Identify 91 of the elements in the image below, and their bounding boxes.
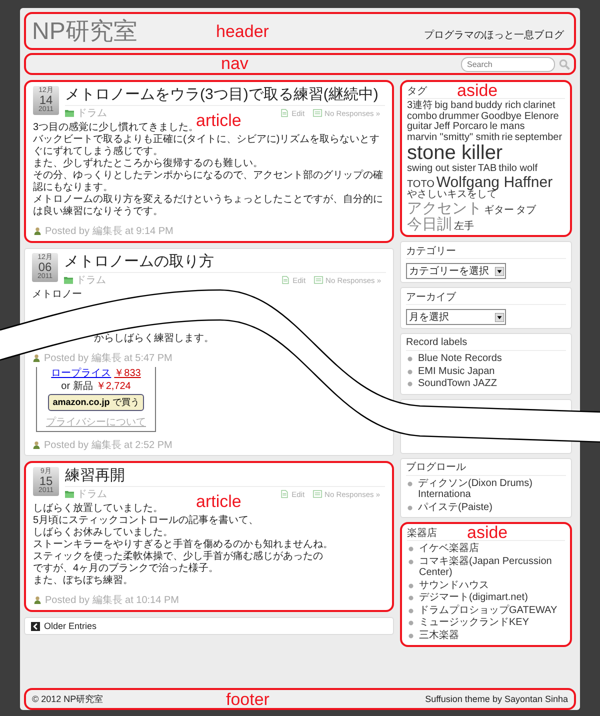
region-label: aside [457,82,498,99]
tag-link[interactable]: タブ [516,206,536,216]
region-label: header [216,23,269,40]
document-icon [280,109,289,117]
region-label: article [196,112,242,129]
body-text: メトロノー [32,289,83,301]
tag-link[interactable]: 今日訓 [407,216,452,232]
price-text: ￥2,724 [96,381,131,393]
avatar-icon [33,596,42,604]
widget-title: タグ [407,84,427,98]
avatar-icon [32,441,41,449]
tag-link[interactable]: big band [434,101,473,112]
tag-link[interactable]: Jeff Porcaro [434,122,488,132]
widget-title: アーカイブ [406,290,456,304]
body-text: バックビートで取るよりも正確に(タイトに、シビアに)リズムを取らないとすぐにずれてしまう感じです。 [33,134,381,158]
tag-link[interactable]: Wolfgang Haffner [436,174,553,190]
widget-title: Record labels [406,337,468,348]
tag-link[interactable]: marvin "smitty" smith [407,132,500,143]
byline-text: Posted by 編集長 at 5:47 PM [44,352,172,365]
copyright-text: © 2012 NP研究室 [32,692,104,706]
tag-link[interactable]: TAB [478,164,497,174]
price-label: or 新品 [61,381,93,393]
date-day: 06 [38,261,52,273]
body-text: また、ぼちぼち練習。 [33,575,134,587]
dropdown[interactable]: 月を選択 [406,309,506,326]
widget-title: ブログロール [406,460,466,474]
body-text: 5月頃にスティックコントロールの記事を書いて、 [33,515,260,527]
tag-link[interactable]: swing out sister [407,164,476,174]
document-icon [280,490,289,498]
body-text: メトロノームの取り方を変えるだけというちょっとしたことですが、自分的には良い練習になりそうです。 [33,194,384,218]
tag-link[interactable]: 3連符 [407,101,433,112]
buy-button[interactable]: amazon.co.jp で買う [48,394,144,411]
tag-link[interactable]: guitar [407,122,432,132]
tag-link[interactable]: やさしいキスをして [407,190,497,201]
post-title[interactable]: メトロノームをウラ(3つ目)で取る練習(継続中) [65,86,385,106]
byline-text: Posted by 編集長 at 2:52 PM [44,439,172,452]
folder-icon [64,276,73,284]
tag-link[interactable]: le mans [490,122,525,132]
body-text: しばらくお休みしていました。 [33,527,173,539]
tag-link[interactable]: ギター [484,206,514,216]
tag-link[interactable]: Goodbye Elenore [481,112,559,122]
date-day: 14 [39,94,53,106]
caret-icon [495,266,504,276]
body-text: スティックを使った柔軟体操で、少し手首が痛む感じがあったの [33,551,324,562]
tag-link[interactable]: drummer [439,112,480,122]
document-icon [280,276,290,284]
search-field[interactable]: Search [461,56,555,72]
price-text[interactable]: ￥833 [114,368,141,380]
tag-link[interactable]: combo [407,112,438,122]
caret-icon [495,312,504,322]
body-text: ストーンキラーをやりすぎると手首を傷めるのかも知れませんね。 [33,539,334,550]
body-text: からしばらく練習します。 [93,333,215,345]
folder-icon [65,490,74,498]
comment-icon [312,490,322,498]
region-label: nav [221,55,248,72]
body-text: その分、ゆっくりとしたテンポからになるので、アクセント部のグリップの確認にもなります。 [33,170,384,194]
price-link[interactable]: ロープライス [51,368,112,380]
site-title[interactable]: NP研究室 [32,15,138,47]
body-text: ですが、4ヶ月のブランクで治った様子。 [33,563,220,574]
credit-text: Suffusion theme by Sayontan Sinha [425,694,568,704]
comment-icon [312,109,322,117]
body-text: しばらく放置していました。 [33,503,164,515]
tag-link[interactable]: stone killer [407,143,503,164]
search-icon[interactable] [559,58,570,70]
post-title[interactable]: 練習再開 [65,467,385,487]
region-label: article [196,493,242,510]
tag-link[interactable]: TOTO [407,180,434,190]
older-entries-link[interactable]: Older Entries [44,621,97,631]
body-text: また、少しずれたところから復帰するのも難しい。 [33,158,264,170]
tagline: プログラマのほっと一息ブログ [424,28,564,42]
tag-link[interactable]: thilo wolf [498,164,538,174]
date-day: 15 [39,475,53,487]
dropdown[interactable]: カテゴリーを選択 [406,263,506,280]
folder-icon [65,109,74,117]
region-label: footer [226,691,270,708]
tag-link[interactable]: rie [502,132,513,143]
chevron-left-icon [31,622,40,630]
byline-text: Posted by 編集長 at 10:14 PM [45,594,179,607]
comment-icon [314,276,323,284]
avatar-icon [33,227,42,235]
tag-link[interactable]: buddy rich [474,101,522,112]
post-title[interactable]: メトロノームの取り方 [64,253,386,273]
tag-link[interactable]: アクセント [407,200,482,216]
widget-title: 楽器店 [407,526,437,540]
widget-title: カテゴリー [406,244,456,258]
byline-text: Posted by 編集長 at 9:14 PM [45,225,174,238]
avatar-icon [32,354,41,362]
region-label: aside [467,524,508,542]
tag-link[interactable]: 左手 [454,222,474,232]
tag-link[interactable]: clarinet [523,101,556,112]
tag-link[interactable]: september [514,132,562,143]
